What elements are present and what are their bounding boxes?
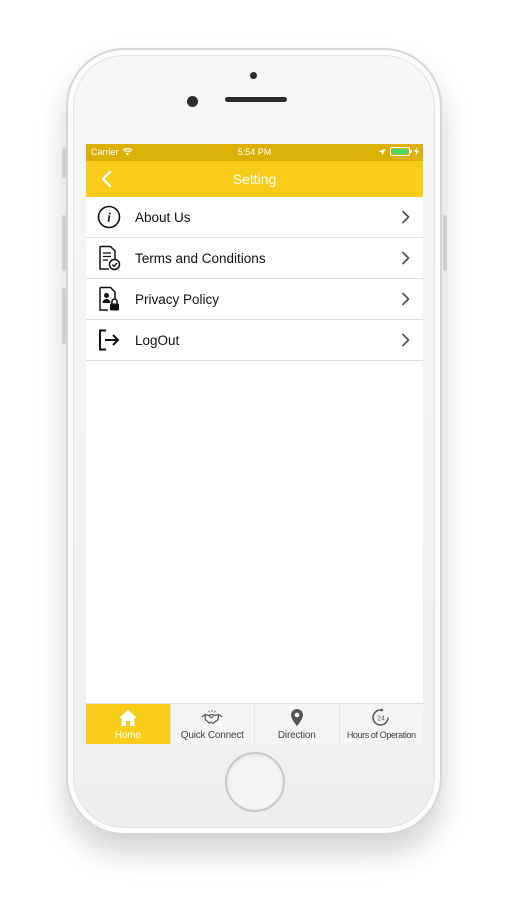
chevron-right-icon — [402, 292, 410, 306]
tab-bar: Home Quick Connect Direction 24 Hours of… — [86, 703, 423, 744]
info-icon: i — [96, 204, 122, 230]
power-button — [443, 215, 447, 271]
battery-icon — [390, 147, 412, 156]
front-camera — [187, 96, 198, 107]
menu-item-terms[interactable]: Terms and Conditions — [86, 238, 423, 279]
logout-icon — [96, 327, 122, 353]
tab-label: Direction — [277, 730, 316, 741]
tab-label: Home — [114, 730, 141, 741]
svg-text:i: i — [107, 210, 111, 225]
charging-bolt-icon — [414, 147, 419, 156]
location-pin-icon — [286, 708, 308, 727]
tab-label: Quick Connect — [180, 730, 244, 741]
navigation-bar: Setting — [86, 161, 423, 197]
settings-menu: i About Us Terms and Conditions Privacy … — [86, 197, 423, 361]
proximity-sensor — [250, 72, 257, 79]
tab-hours-of-operation[interactable]: 24 Hours of Operation — [340, 704, 424, 744]
status-right — [378, 147, 419, 156]
location-arrow-icon — [378, 148, 386, 155]
svg-text:24: 24 — [377, 716, 385, 723]
menu-item-label: Privacy Policy — [135, 291, 220, 307]
earpiece-speaker — [225, 97, 287, 102]
status-time: 5:54 PM — [237, 147, 272, 157]
tab-direction[interactable]: Direction — [255, 704, 340, 744]
volume-up-button — [62, 215, 66, 271]
tab-quick-connect[interactable]: Quick Connect — [171, 704, 255, 744]
menu-item-privacy-policy[interactable]: Privacy Policy — [86, 279, 423, 320]
status-bar: Carrier 5:54 PM — [86, 144, 423, 161]
menu-item-label: About Us — [135, 209, 191, 225]
volume-down-button — [62, 288, 66, 344]
menu-item-label: LogOut — [135, 332, 180, 348]
chevron-right-icon — [402, 210, 410, 224]
privacy-document-icon — [96, 286, 122, 312]
home-button[interactable] — [225, 752, 285, 812]
menu-item-label: Terms and Conditions — [135, 250, 266, 266]
app-screen: Carrier 5:54 PM Setting i About Us Terms… — [86, 144, 423, 744]
home-icon — [117, 708, 139, 727]
battery-level — [392, 149, 408, 154]
chevron-left-icon — [101, 170, 112, 188]
chevron-right-icon — [402, 251, 410, 265]
clock-24-icon: 24 — [370, 708, 392, 727]
tab-home[interactable]: Home — [86, 704, 171, 744]
back-button[interactable] — [94, 167, 118, 191]
chevron-right-icon — [402, 333, 410, 347]
page-title: Setting — [232, 171, 277, 187]
mute-switch — [62, 148, 66, 178]
menu-item-about-us[interactable]: i About Us — [86, 197, 423, 238]
handshake-icon — [201, 708, 223, 727]
menu-item-logout[interactable]: LogOut — [86, 320, 423, 361]
tab-label: Hours of Operation — [346, 730, 416, 740]
document-check-icon — [96, 245, 122, 271]
